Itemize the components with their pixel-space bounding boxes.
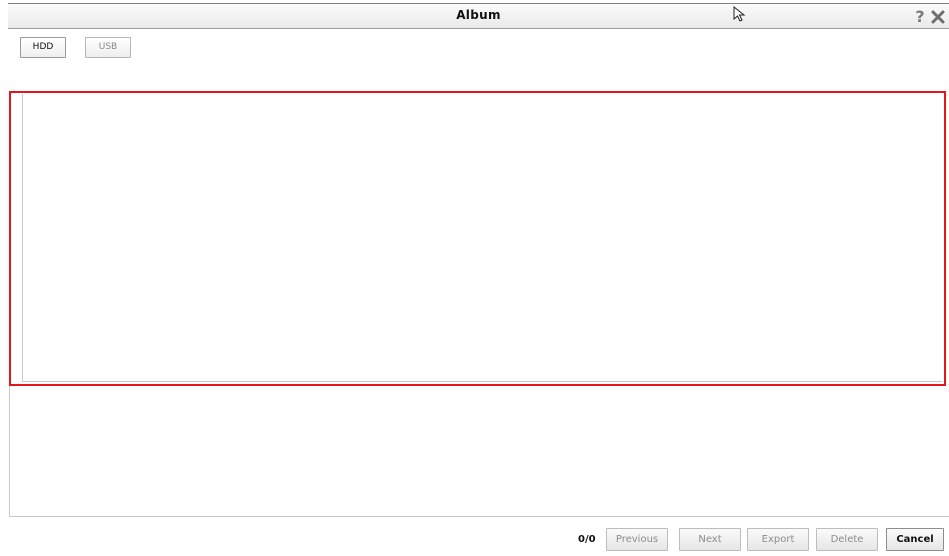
tab-hdd[interactable]: HDD xyxy=(20,37,66,58)
page-counter: 0/0 xyxy=(578,534,596,545)
album-window: Album ? HDD USB 0/0 Previous Next Export… xyxy=(0,0,949,556)
previous-button[interactable]: Previous xyxy=(606,528,668,551)
next-button[interactable]: Next xyxy=(679,528,741,551)
title-bar: Album ? xyxy=(8,3,949,29)
album-content-area[interactable] xyxy=(22,94,942,382)
export-button[interactable]: Export xyxy=(747,528,809,551)
help-icon[interactable]: ? xyxy=(913,9,927,25)
mouse-cursor-icon xyxy=(733,6,746,22)
cancel-button[interactable]: Cancel xyxy=(886,528,944,551)
delete-button[interactable]: Delete xyxy=(816,528,878,551)
close-icon[interactable] xyxy=(931,10,945,24)
divider xyxy=(9,386,10,516)
window-title: Album xyxy=(456,8,501,22)
tab-usb[interactable]: USB xyxy=(85,37,131,58)
footer-bar: 0/0 Previous Next Export Delete Cancel xyxy=(9,516,949,556)
